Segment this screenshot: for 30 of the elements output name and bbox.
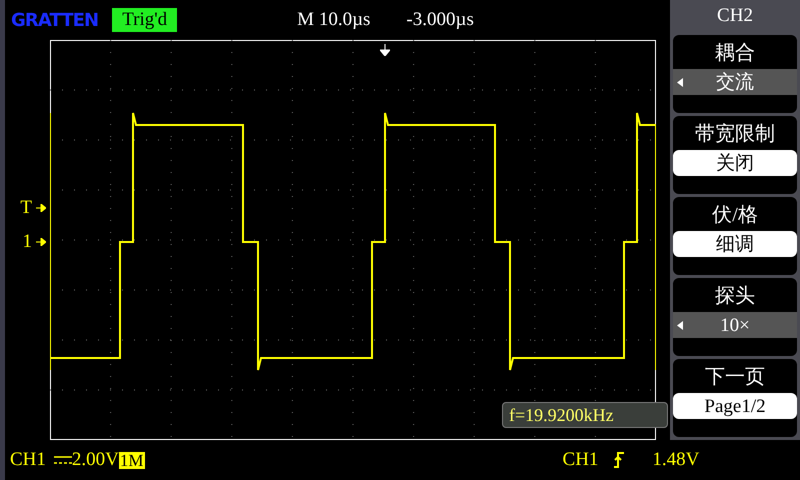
impedance-badge: 1M	[118, 452, 145, 468]
left-triangle-icon	[677, 78, 683, 86]
menu-option[interactable]: 下一页 Page1/2	[673, 359, 797, 437]
option-value: 交流	[673, 69, 797, 95]
trigger-level-label: 1.48V	[652, 448, 700, 472]
menu-option[interactable]: 带宽限制 关闭	[673, 116, 797, 194]
timebase-label: M 10.0µs	[297, 8, 370, 32]
rising-edge-icon	[614, 452, 624, 468]
left-triangle-icon	[677, 320, 683, 330]
dc-coupling-icon	[54, 455, 72, 465]
trigger-status-badge: Trig'd	[112, 8, 178, 32]
option-value: Page1/2	[673, 393, 797, 419]
channel-label: CH1	[10, 448, 46, 472]
menu-option[interactable]: 耦合 交流	[673, 35, 797, 113]
marker-label: 1	[22, 232, 46, 251]
brand-logo: GRATTEN	[11, 8, 98, 32]
volts-per-div-label: 2.00V	[72, 448, 119, 472]
option-value: 关闭	[673, 150, 797, 176]
option-value: 细调	[673, 231, 797, 257]
right-arrow-icon	[36, 204, 46, 212]
right-arrow-icon	[36, 238, 46, 246]
marker-label: T	[20, 198, 46, 217]
menu-title: CH2	[716, 4, 754, 28]
menu-option[interactable]: 伏/格 细调	[673, 197, 797, 275]
option-value: 10×	[673, 312, 797, 338]
menu-option[interactable]: 探头 10×	[673, 278, 797, 356]
trigger-position-icon	[380, 44, 390, 56]
frequency-readout: f=19.9200kHz	[502, 402, 668, 428]
trigger-source-label: CH1	[562, 448, 598, 472]
trigger-offset-label: -3.000µs	[406, 8, 474, 32]
